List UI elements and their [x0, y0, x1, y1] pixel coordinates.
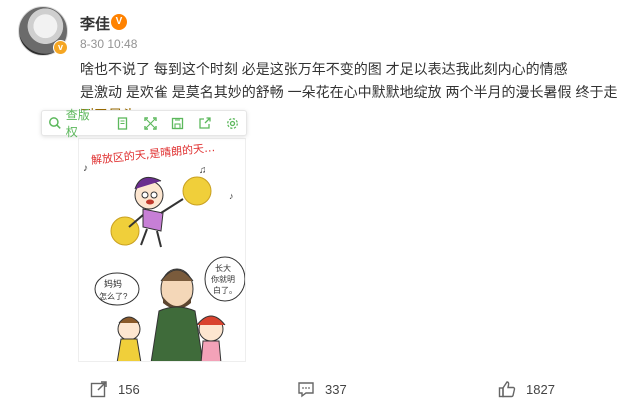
like-count: 1827: [526, 381, 555, 397]
svg-text:白了。: 白了。: [213, 285, 237, 295]
svg-text:♪: ♪: [83, 163, 88, 174]
svg-text:怎么了?: 怎么了?: [99, 291, 128, 301]
comment-icon: [298, 382, 314, 398]
search-icon: [49, 117, 61, 129]
share-image-button[interactable]: [191, 111, 218, 135]
expand-icon: [143, 116, 157, 130]
repost-button[interactable]: 156: [90, 380, 140, 398]
post-text-line: 啥也不说了 每到这个时刻 必是这张万年不变的图 才足以表达我此刻内心的情感: [80, 61, 568, 77]
repost-icon: [90, 381, 107, 398]
post-image[interactable]: 解放区的天,是晴朗的天… ♪ ♫ ♪ 妈妈 怎么了? 长大 你就明 白了。: [78, 138, 246, 362]
document-icon: [117, 116, 128, 130]
vip-badge-icon[interactable]: V: [111, 14, 127, 30]
image-settings-button[interactable]: [219, 111, 246, 135]
cartoon-illustration: 解放区的天,是晴朗的天… ♪ ♫ ♪ 妈妈 怎么了? 长大 你就明 白了。: [79, 139, 245, 361]
save-image-button[interactable]: [164, 111, 191, 135]
comment-count: 337: [325, 381, 347, 397]
check-copyright-label: 查版权: [65, 108, 90, 139]
username[interactable]: 李佳: [80, 13, 110, 34]
view-original-button[interactable]: [109, 111, 136, 135]
svg-text:♫: ♫: [199, 165, 207, 176]
settings-icon: [226, 117, 238, 129]
like-button[interactable]: 1827: [498, 380, 555, 398]
svg-text:你就明: 你就明: [211, 274, 235, 284]
repost-count: 156: [118, 381, 140, 397]
verified-badge: v: [53, 40, 68, 55]
post-time[interactable]: 8-30 10:48: [80, 37, 137, 51]
fullscreen-button[interactable]: [136, 111, 163, 135]
share-icon: [199, 116, 212, 129]
svg-text:♪: ♪: [229, 191, 234, 201]
svg-text:妈妈: 妈妈: [104, 278, 122, 289]
post-text-line: 是激动 是欢雀 是莫名其妙的舒畅 一朵花在心中默默地绽放 两个半月的漫长暑假 终…: [80, 84, 618, 100]
svg-text:长大: 长大: [215, 263, 231, 273]
save-icon: [171, 117, 184, 129]
image-toolbar: 查版权: [41, 108, 247, 139]
thumbs-up-icon: [498, 381, 516, 398]
comment-button[interactable]: 337: [297, 380, 347, 398]
check-copyright-button[interactable]: 查版权: [48, 108, 109, 139]
